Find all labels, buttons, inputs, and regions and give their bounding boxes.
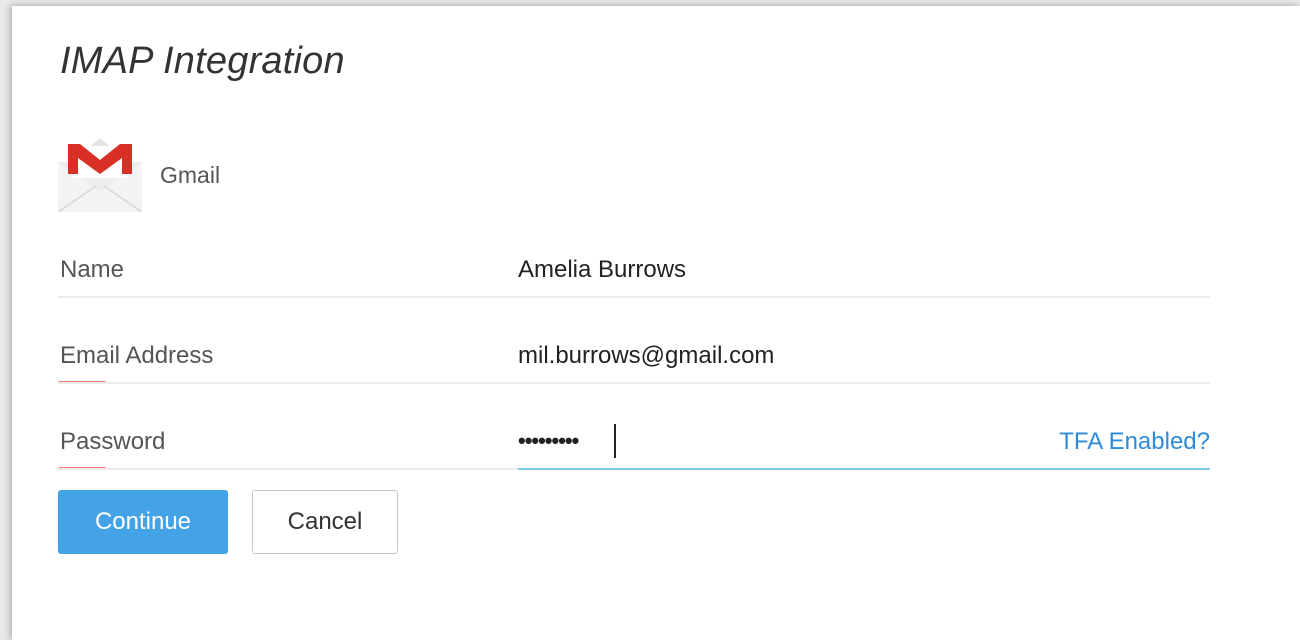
password-field[interactable]: ••••••••• [518, 428, 579, 454]
text-caret [614, 424, 616, 458]
gmail-icon [58, 138, 142, 212]
password-row: Password ••••••••• TFA Enabled? [58, 414, 1210, 500]
page-title: IMAP Integration [60, 40, 345, 82]
imap-integration-panel: IMAP Integration Gmail Name Amelia Burro… [12, 6, 1300, 640]
email-label: Email Address [60, 342, 214, 369]
provider-info: Gmail [58, 132, 458, 212]
continue-button[interactable]: Continue [58, 490, 228, 554]
cancel-button[interactable]: Cancel [252, 490, 398, 554]
name-divider [58, 296, 1210, 298]
email-row: Email Address mil.burrows@gmail.com [58, 328, 1210, 414]
email-field[interactable]: mil.burrows@gmail.com [518, 342, 774, 370]
name-row: Name Amelia Burrows [58, 242, 1210, 328]
email-divider [58, 382, 1210, 384]
tfa-enabled-link[interactable]: TFA Enabled? [1059, 428, 1210, 456]
name-field[interactable]: Amelia Burrows [518, 256, 686, 284]
name-label: Name [60, 256, 125, 283]
provider-label: Gmail [160, 162, 221, 188]
password-label: Password [60, 428, 166, 455]
password-label-divider [58, 468, 518, 470]
password-focus-underline [518, 468, 1210, 470]
